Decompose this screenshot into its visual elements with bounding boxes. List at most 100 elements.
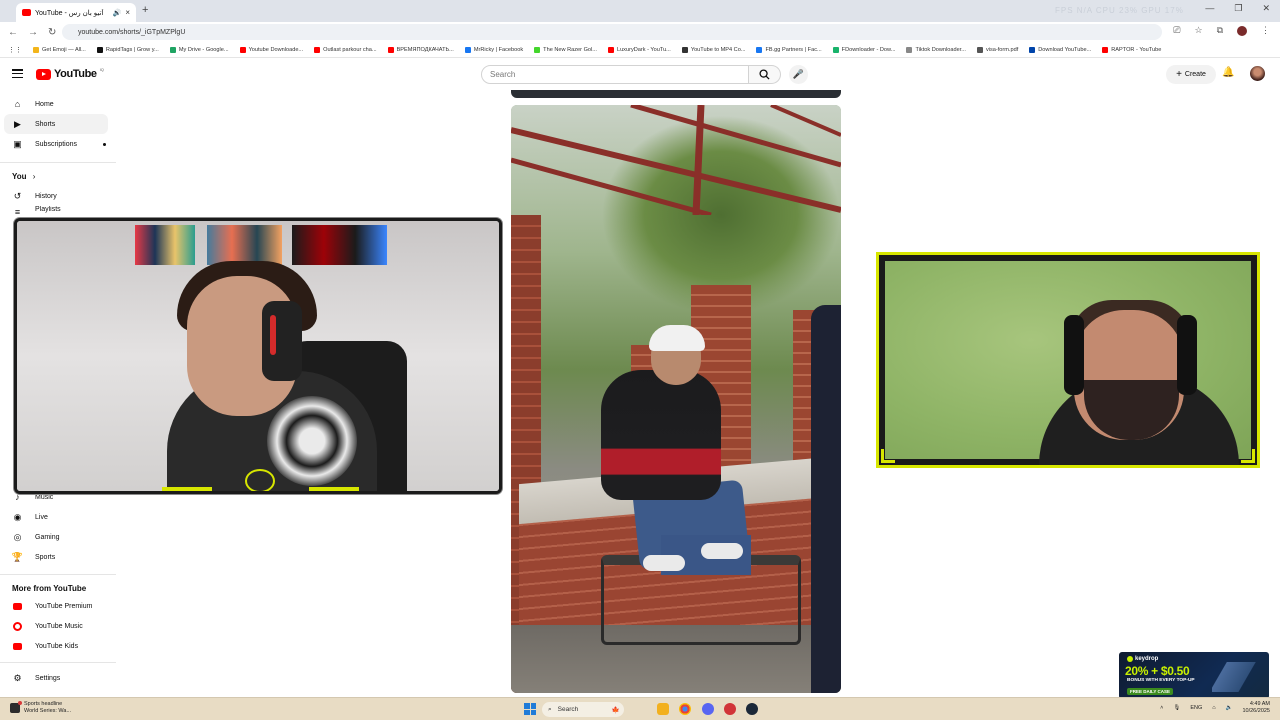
new-tab-button[interactable]: + [142, 4, 148, 16]
keydrop-ad-banner[interactable]: keydrop 20% + $0.50 BONUS WITH EVERY TOP… [1119, 652, 1269, 699]
sidebar-item-history[interactable]: ↺ History [4, 186, 108, 206]
bookmark-favicon-icon [33, 46, 39, 53]
live-icon: ◉ [13, 511, 22, 522]
close-window-button[interactable]: ✕ [1262, 3, 1270, 14]
sidebar-item-youtube-kids[interactable]: YouTube Kids [4, 636, 108, 656]
gaming-icon: ◎ [13, 531, 22, 542]
back-icon[interactable]: ← [8, 27, 18, 38]
bookmark-label: Download YouTube... [1038, 46, 1092, 53]
bookmark-item[interactable]: Download YouTube... [1029, 46, 1092, 53]
create-label: Create [1184, 71, 1206, 78]
bookmark-item[interactable]: Youtube Downloade... [239, 46, 303, 53]
browser-tab-youtube[interactable]: YouTube - آتیو بان رس 🔊 × [16, 3, 136, 22]
sidebar-you-header[interactable]: You › [12, 172, 35, 181]
tab-title: YouTube - آتیو بان رس [35, 9, 104, 17]
sidebar-item-sports[interactable]: 🏆 Sports [4, 547, 108, 567]
youtube-logo[interactable]: YouTube IQ [36, 67, 104, 80]
bookmark-item[interactable]: Outlast parkour cha... [314, 46, 377, 53]
taskbar-search[interactable]: ⌕ Search 🍁 [542, 702, 624, 717]
sidebar-item-label: Live [35, 513, 48, 521]
volume-icon[interactable]: 🔈 [1226, 705, 1233, 711]
voice-search-button[interactable]: 🎤 [789, 65, 808, 84]
video-sneaker [701, 543, 743, 559]
sidebar-item-label: History [35, 192, 57, 200]
youtube-logo-text: YouTube [54, 68, 97, 80]
bookmark-item[interactable]: FB.gg Partners | Fac... [756, 46, 822, 53]
sidebar-item-playlists[interactable]: ≡ Playlists [4, 206, 108, 216]
sidebar-item-youtube-music[interactable]: YouTube Music [4, 616, 108, 636]
language-indicator[interactable]: ENG [1190, 705, 1202, 711]
previous-short-edge[interactable] [511, 90, 841, 98]
bookmark-item[interactable]: MrRicky | Facebook [464, 46, 523, 53]
news-widget[interactable]: Sports headline World Series: Wa... [10, 701, 71, 715]
sidebar-item-label: Subscriptions [35, 140, 78, 148]
bookmark-item[interactable]: YouTube to MP4 Co... [681, 46, 745, 53]
discord-icon[interactable] [702, 703, 714, 715]
reload-icon[interactable]: ↻ [48, 27, 56, 38]
chrome-icon[interactable] [679, 703, 691, 715]
install-app-icon[interactable]: ⎚ [1173, 25, 1180, 36]
sidebar-item-youtube-premium[interactable]: YouTube Premium [4, 596, 108, 616]
bookmark-item[interactable]: FDownloader - Dow... [832, 46, 895, 53]
speaker-icon[interactable]: 🔊 [113, 9, 122, 17]
url-field[interactable]: youtube.com/shorts/_iGTpMZPlgU [62, 24, 1162, 40]
bookmark-item[interactable]: Get Emoji — All... [33, 46, 86, 53]
bookmark-favicon-icon [1102, 46, 1109, 53]
forward-icon[interactable]: → [28, 27, 38, 38]
tab-close-button[interactable]: × [125, 8, 130, 17]
tray-chevron-icon[interactable]: ˄ [1160, 705, 1163, 711]
shorts-video-player[interactable] [511, 105, 841, 693]
search-placeholder: Search [490, 70, 516, 79]
url-text: youtube.com/shorts/_iGTpMZPlgU [78, 28, 186, 36]
browser-menu-icon[interactable]: ⋮ [1261, 25, 1270, 36]
search-button[interactable] [749, 65, 781, 84]
bookmark-item[interactable]: Tiktok Downloader... [906, 46, 966, 53]
app-icon[interactable] [724, 703, 736, 715]
bookmark-label: visa-form.pdf [985, 46, 1019, 53]
bookmark-item[interactable]: The New Razer Gol... [534, 46, 597, 53]
bookmark-favicon-icon [534, 46, 541, 53]
microphone-icon: 🎤 [792, 69, 805, 79]
sidebar-divider [0, 162, 116, 163]
headphones [1064, 315, 1084, 395]
search-input[interactable]: Search [481, 65, 749, 84]
sidebar-item-live[interactable]: ◉ Live [4, 507, 108, 527]
browser-profile-avatar[interactable] [1237, 25, 1247, 36]
windows-start-icon[interactable] [524, 703, 536, 715]
user-avatar[interactable] [1250, 66, 1265, 81]
sidebar-item-home[interactable]: ⌂ Home [4, 94, 108, 114]
bookmark-favicon-icon [607, 46, 614, 53]
bookmark-favicon-icon [239, 46, 246, 53]
bookmark-item[interactable]: RapidTags | Grow y... [96, 46, 159, 53]
address-bar-row: ← → ↻ youtube.com/shorts/_iGTpMZPlgU ⎚ ☆… [0, 22, 1280, 42]
bookmark-item[interactable]: My Drive - Google... [169, 46, 229, 53]
file-explorer-icon[interactable] [657, 703, 669, 715]
bookmark-item[interactable]: ВРЕМЯПОДКАЧАТЬ... [387, 46, 454, 53]
maximize-button[interactable]: ❐ [1234, 3, 1242, 14]
create-button[interactable]: + Create [1166, 65, 1216, 84]
bookmark-favicon-icon [169, 46, 176, 53]
sidebar-item-shorts[interactable]: ▶ Shorts [4, 114, 108, 134]
gear-icon: ⚙ [13, 672, 22, 683]
bookmark-star-icon[interactable]: ☆ [1194, 25, 1202, 36]
bookmark-item[interactable]: LuxuryDark - YouTu... [607, 46, 671, 53]
microphone-icon[interactable]: 🎙 [1173, 705, 1180, 711]
bookmark-label: RapidTags | Grow y... [105, 46, 159, 53]
sidebar-item-subscriptions[interactable]: ▣ Subscriptions [4, 134, 108, 154]
steam-icon[interactable] [746, 703, 758, 715]
network-icon[interactable]: ⌂ [1212, 705, 1215, 711]
bookmark-label: RAPTOR - YouTube [1111, 46, 1162, 53]
extensions-icon[interactable]: ⧉ [1217, 25, 1223, 36]
bookmark-item[interactable]: visa-form.pdf [976, 46, 1019, 53]
apps-grid-icon[interactable]: ⋮⋮ [8, 46, 22, 54]
bookmark-label: My Drive - Google... [178, 46, 229, 53]
minimize-button[interactable]: — [1205, 3, 1214, 14]
youtube-music-icon [12, 621, 23, 632]
home-icon: ⌂ [14, 99, 21, 109]
sidebar-item-gaming[interactable]: ◎ Gaming [4, 527, 108, 547]
notifications-bell-icon[interactable]: 🔔 [1222, 67, 1234, 78]
hamburger-menu-icon[interactable] [12, 69, 23, 78]
bookmark-item[interactable]: RAPTOR - YouTube [1102, 46, 1162, 53]
sidebar-item-settings[interactable]: ⚙ Settings [4, 668, 108, 688]
clock[interactable]: 4:49 AM 10/26/2025 [1242, 701, 1270, 715]
